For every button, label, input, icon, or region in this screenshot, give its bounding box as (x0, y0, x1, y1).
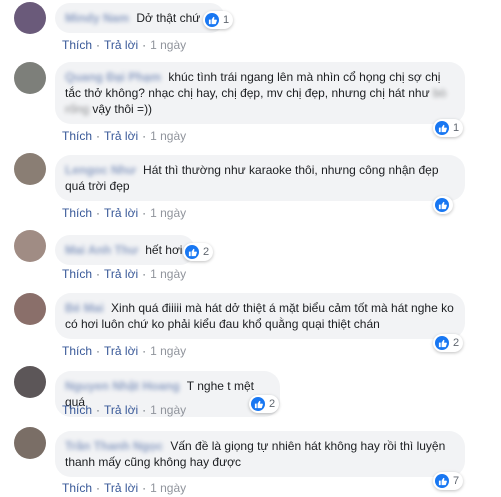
like-button[interactable]: Thích (62, 344, 92, 358)
reaction-count[interactable] (433, 196, 453, 214)
reply-button[interactable]: Trả lời (104, 481, 138, 495)
reaction-number: 2 (269, 398, 276, 410)
reply-button[interactable]: Trả lời (104, 38, 138, 52)
like-button[interactable]: Thích (62, 129, 92, 143)
avatar[interactable] (14, 153, 46, 185)
timestamp[interactable]: 1 ngày (150, 38, 186, 52)
comment-actions: Thích · Trả lời · 1 ngày (62, 206, 187, 220)
reply-button[interactable]: Trả lời (104, 344, 138, 358)
comment-bubble: Trần Thanh Ngọc Vấn đề là giọng tự nhiên… (55, 431, 465, 477)
comment-bubble: Mai Anh Thư hết hơi (55, 235, 195, 265)
reply-button[interactable]: Trả lời (104, 403, 138, 417)
avatar[interactable] (14, 366, 46, 398)
reaction-count[interactable]: 1 (433, 119, 464, 137)
comment-author[interactable]: Mai Anh Thư (65, 243, 138, 257)
comment-actions: Thích · Trả lời · 1 ngày (62, 267, 187, 281)
reaction-count[interactable]: 2 (249, 395, 280, 413)
reaction-count[interactable]: 2 (433, 334, 464, 352)
like-icon (435, 198, 449, 212)
comment-author[interactable]: Nguyen Nhật Hoang (65, 379, 180, 393)
reaction-number: 1 (453, 122, 460, 134)
comment-text: hết hơi (145, 243, 183, 257)
avatar[interactable] (14, 230, 46, 262)
reaction-count[interactable]: 1 (203, 11, 234, 29)
reaction-count[interactable]: 7 (433, 472, 464, 490)
like-button[interactable]: Thích (62, 206, 92, 220)
comment-actions: Thích · Trả lời · 1 ngày (62, 129, 187, 143)
comment-author[interactable]: Trần Thanh Ngọc (65, 439, 163, 453)
comment-bubble: Lengoc Như Hát thì thường như karaoke th… (55, 155, 465, 201)
comment-author[interactable]: Quang Đại Phạm (65, 70, 161, 84)
comment-text: Dở thật chứ (136, 11, 201, 25)
timestamp[interactable]: 1 ngày (150, 344, 186, 358)
comment-actions: Thích · Trả lời · 1 ngày (62, 38, 187, 52)
reaction-number: 2 (453, 337, 460, 349)
like-button[interactable]: Thích (62, 403, 92, 417)
like-icon (185, 245, 199, 259)
reaction-number: 1 (223, 14, 230, 26)
reply-button[interactable]: Trả lời (104, 206, 138, 220)
comment-bubble: Mindy Nam Dở thật chứ (55, 3, 225, 33)
comment-actions: Thích · Trả lời · 1 ngày (62, 403, 187, 417)
comment-author[interactable]: Lengoc Như (65, 163, 136, 177)
like-icon (435, 474, 449, 488)
reply-button[interactable]: Trả lời (104, 129, 138, 143)
comment-text: Xinh quá điiiii mà hát dở thiệt á mặt bi… (65, 301, 454, 331)
reaction-number: 2 (203, 246, 210, 258)
reaction-count[interactable]: 2 (183, 243, 214, 261)
comment-author[interactable]: Bé Mai (65, 301, 104, 315)
comment-actions: Thích · Trả lời · 1 ngày (62, 481, 187, 495)
avatar[interactable] (14, 293, 46, 325)
like-icon (251, 397, 265, 411)
timestamp[interactable]: 1 ngày (150, 481, 186, 495)
timestamp[interactable]: 1 ngày (150, 206, 186, 220)
avatar[interactable] (14, 2, 46, 34)
like-button[interactable]: Thích (62, 38, 92, 52)
comment-bubble: Quang Đại Phạm khúc tình trái ngang lên … (55, 62, 465, 124)
avatar[interactable] (14, 62, 46, 94)
like-button[interactable]: Thích (62, 267, 92, 281)
timestamp[interactable]: 1 ngày (150, 129, 186, 143)
like-button[interactable]: Thích (62, 481, 92, 495)
timestamp[interactable]: 1 ngày (150, 403, 186, 417)
comment-author[interactable]: Mindy Nam (65, 11, 129, 25)
timestamp[interactable]: 1 ngày (150, 267, 186, 281)
like-icon (205, 13, 219, 27)
comment-text: vậy thôi =)) (89, 102, 153, 116)
reaction-number: 7 (453, 475, 460, 487)
avatar[interactable] (14, 427, 46, 459)
like-icon (435, 336, 449, 350)
like-icon (435, 121, 449, 135)
comment-actions: Thích · Trả lời · 1 ngày (62, 344, 187, 358)
comment-bubble: Bé Mai Xinh quá điiiii mà hát dở thiệt á… (55, 293, 465, 339)
reply-button[interactable]: Trả lời (104, 267, 138, 281)
